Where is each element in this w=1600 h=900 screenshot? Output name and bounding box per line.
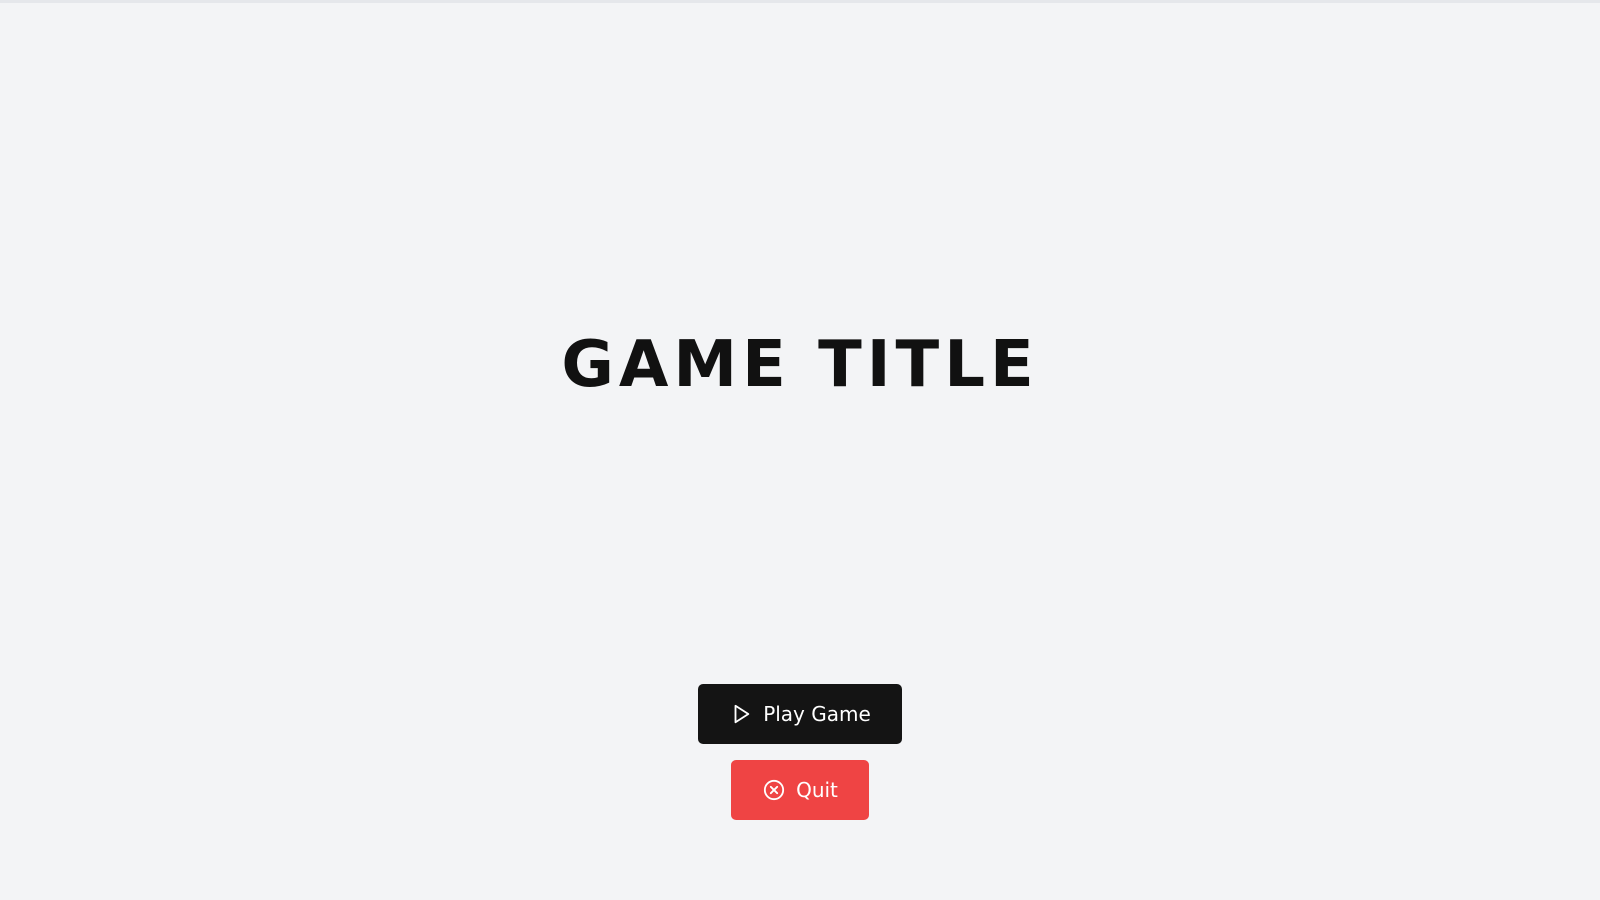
play-icon xyxy=(729,702,753,726)
close-circle-icon xyxy=(762,778,786,802)
top-border xyxy=(0,0,1600,3)
quit-button[interactable]: Quit xyxy=(731,760,869,820)
play-game-label: Play Game xyxy=(763,702,871,726)
quit-label: Quit xyxy=(796,778,838,802)
main-menu: Play Game Quit xyxy=(0,684,1600,820)
game-title: GAME TITLE xyxy=(561,328,1039,402)
play-game-button[interactable]: Play Game xyxy=(698,684,902,744)
